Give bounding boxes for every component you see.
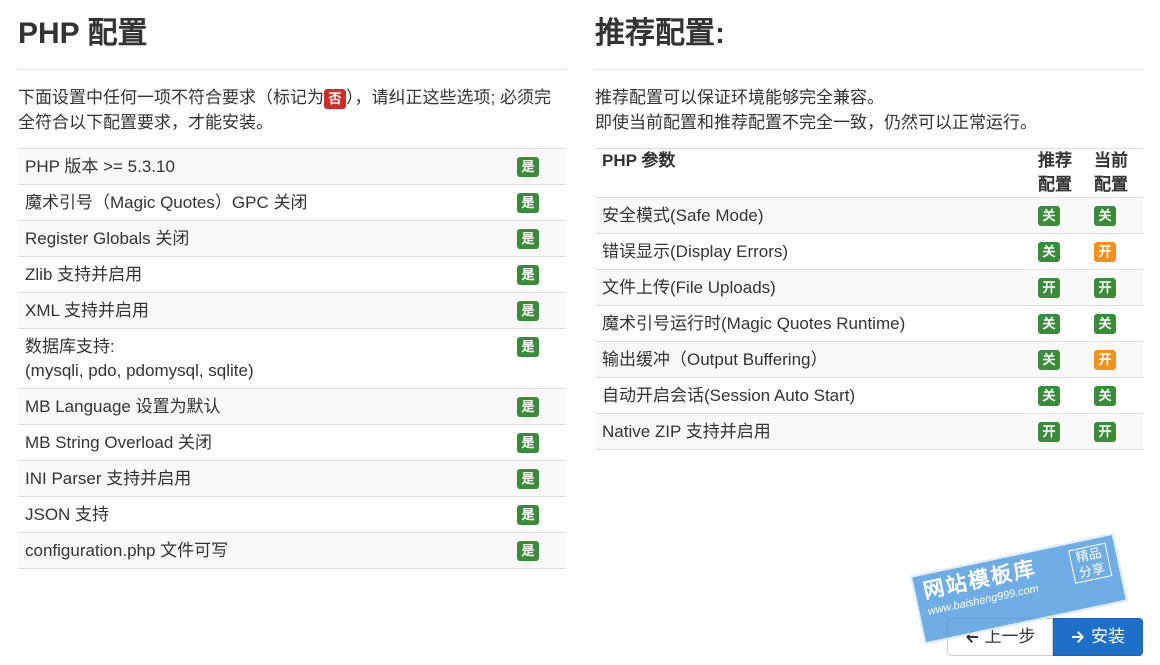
php-config-title: PHP 配置	[18, 0, 566, 70]
table-row: configuration.php 文件可写 是	[18, 532, 566, 569]
table-row: JSON 支持 是	[18, 496, 566, 533]
table-row: Zlib 支持并启用 是	[18, 256, 566, 293]
php-config-section: PHP 配置 下面设置中任何一项不符合要求（标记为否），请纠正这些选项; 必须完…	[18, 0, 566, 569]
header-current: 当前配置	[1087, 148, 1143, 198]
status-badge: 是	[517, 264, 539, 285]
config-label: PHP 版本 >= 5.3.10	[18, 148, 510, 185]
table-row: 输出缓冲（Output Buffering） 关 开	[595, 341, 1143, 378]
status-badge: 是	[517, 540, 539, 561]
param-label: 输出缓冲（Output Buffering）	[595, 341, 1031, 378]
recommended-badge: 关	[1038, 385, 1060, 406]
config-label: JSON 支持	[18, 496, 510, 533]
current-badge: 开	[1094, 349, 1116, 370]
current-badge: 开	[1094, 277, 1116, 298]
table-row: Register Globals 关闭 是	[18, 220, 566, 257]
config-label: 数据库支持: (mysqli, pdo, pdomysql, sqlite)	[18, 328, 510, 389]
table-row: PHP 版本 >= 5.3.10 是	[18, 148, 566, 185]
status-badge: 是	[517, 228, 539, 249]
recommended-badge: 关	[1038, 205, 1060, 226]
table-row: 错误显示(Display Errors) 关 开	[595, 233, 1143, 270]
config-label: MB Language 设置为默认	[18, 388, 510, 425]
status-badge: 是	[517, 300, 539, 321]
table-row: MB String Overload 关闭 是	[18, 424, 566, 461]
arrow-right-icon	[1072, 631, 1084, 643]
config-label: 魔术引号（Magic Quotes）GPC 关闭	[18, 184, 510, 221]
current-badge: 开	[1094, 421, 1116, 442]
current-badge: 开	[1094, 241, 1116, 262]
config-label: XML 支持并启用	[18, 292, 510, 329]
recommended-config-description: 推荐配置可以保证环境能够完全兼容。 即使当前配置和推荐配置不完全一致，仍然可以正…	[595, 88, 1037, 132]
current-badge: 关	[1094, 385, 1116, 406]
table-row: 自动开启会话(Session Auto Start) 关 关	[595, 377, 1143, 414]
table-row: MB Language 设置为默认 是	[18, 388, 566, 425]
table-row: Native ZIP 支持并启用 开 开	[595, 413, 1143, 450]
no-badge: 否	[324, 88, 346, 109]
recommended-badge: 关	[1038, 349, 1060, 370]
table-row: 数据库支持: (mysqli, pdo, pdomysql, sqlite) 是	[18, 328, 566, 389]
recommended-config-table: PHP 参数 推荐配置 当前配置 安全模式(Safe Mode) 关 关 错误显…	[595, 148, 1143, 450]
status-badge: 是	[517, 432, 539, 453]
table-header-row: PHP 参数 推荐配置 当前配置	[595, 148, 1143, 198]
header-recommended: 推荐配置	[1031, 148, 1087, 198]
param-label: Native ZIP 支持并启用	[595, 413, 1031, 450]
recommended-badge: 关	[1038, 313, 1060, 334]
param-label: 文件上传(File Uploads)	[595, 269, 1031, 306]
status-badge: 是	[517, 468, 539, 489]
table-row: 安全模式(Safe Mode) 关 关	[595, 197, 1143, 234]
header-param: PHP 参数	[595, 148, 1031, 198]
recommended-badge: 关	[1038, 241, 1060, 262]
install-button[interactable]: 安装	[1053, 618, 1143, 656]
config-label: Zlib 支持并启用	[18, 256, 510, 293]
table-row: INI Parser 支持并启用 是	[18, 460, 566, 497]
status-badge: 是	[517, 396, 539, 417]
param-label: 错误显示(Display Errors)	[595, 233, 1031, 270]
table-row: 文件上传(File Uploads) 开 开	[595, 269, 1143, 306]
php-config-table: PHP 版本 >= 5.3.10 是 魔术引号（Magic Quotes）GPC…	[18, 148, 566, 569]
current-badge: 关	[1094, 313, 1116, 334]
table-row: XML 支持并启用 是	[18, 292, 566, 329]
recommended-badge: 开	[1038, 277, 1060, 298]
recommended-config-title: 推荐配置:	[595, 0, 1143, 70]
status-badge: 是	[517, 504, 539, 525]
config-label: configuration.php 文件可写	[18, 532, 510, 569]
param-label: 安全模式(Safe Mode)	[595, 197, 1031, 234]
config-label: MB String Overload 关闭	[18, 424, 510, 461]
table-row: 魔术引号运行时(Magic Quotes Runtime) 关 关	[595, 305, 1143, 342]
config-label: Register Globals 关闭	[18, 220, 510, 257]
status-badge: 是	[517, 336, 539, 357]
table-row: 魔术引号（Magic Quotes）GPC 关闭 是	[18, 184, 566, 221]
php-config-description: 下面设置中任何一项不符合要求（标记为否），请纠正这些选项; 必须完全符合以下配置…	[18, 88, 551, 132]
status-badge: 是	[517, 156, 539, 177]
param-label: 自动开启会话(Session Auto Start)	[595, 377, 1031, 414]
current-badge: 关	[1094, 205, 1116, 226]
param-label: 魔术引号运行时(Magic Quotes Runtime)	[595, 305, 1031, 342]
recommended-badge: 开	[1038, 421, 1060, 442]
status-badge: 是	[517, 192, 539, 213]
config-label: INI Parser 支持并启用	[18, 460, 510, 497]
recommended-config-section: 推荐配置: 推荐配置可以保证环境能够完全兼容。 即使当前配置和推荐配置不完全一致…	[595, 0, 1143, 450]
